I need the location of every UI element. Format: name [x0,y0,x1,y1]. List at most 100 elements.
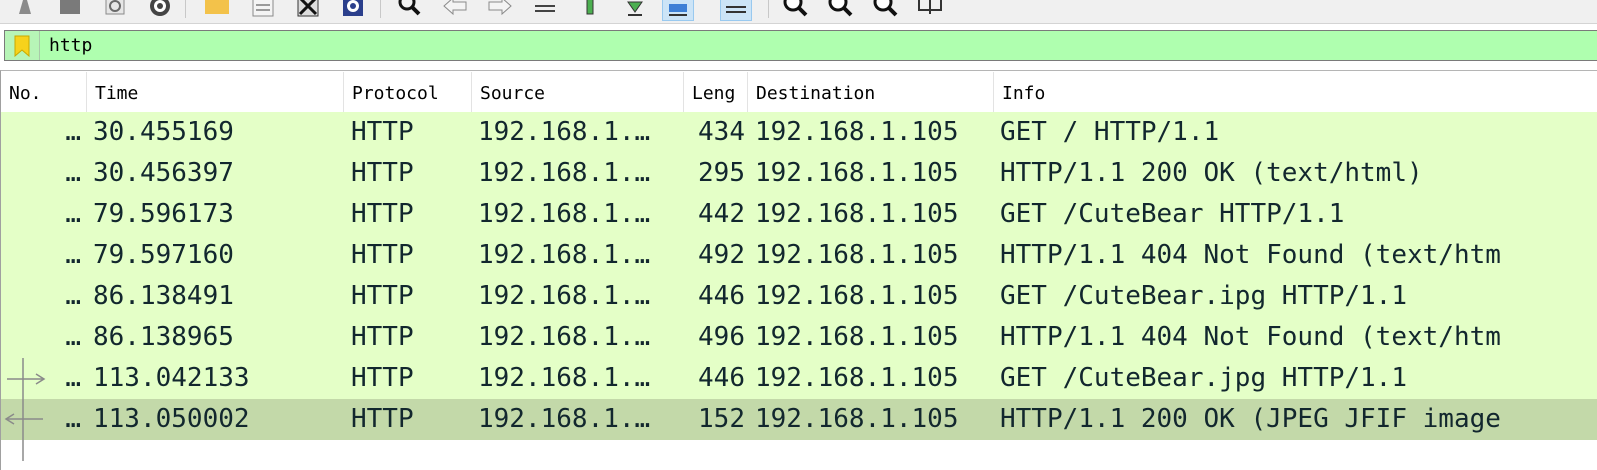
packet-row[interactable]: … 79.597160 HTTP 192.168.1.… 492 192.168… [1,235,1597,276]
packet-source: 192.168.1.… [478,281,651,311]
packet-protocol: HTTP [351,322,414,352]
colorize-icon[interactable] [720,0,752,21]
filter-bookmark-button[interactable] [5,31,40,60]
packet-length: 295 [698,158,745,188]
packet-row[interactable]: … 79.596173 HTTP 192.168.1.… 442 192.168… [1,194,1597,235]
packet-no: … [65,158,81,188]
packet-protocol: HTTP [351,117,414,147]
packet-info: HTTP/1.1 404 Not Found (text/htm [1000,240,1501,270]
packet-time: 30.456397 [93,158,234,188]
open-folder-icon[interactable] [202,0,232,20]
packet-row[interactable]: … 86.138491 HTTP 192.168.1.… 446 192.168… [1,276,1597,317]
binary-file-icon[interactable] [248,0,278,20]
packet-no: … [65,240,81,270]
packet-protocol: HTTP [351,404,414,434]
packet-info: GET /CuteBear.jpg HTTP/1.1 [1000,363,1407,393]
packet-time: 113.050002 [93,404,250,434]
packet-source: 192.168.1.… [478,322,651,352]
packet-destination: 192.168.1.105 [755,322,959,352]
packet-no: … [65,363,81,393]
hex-dump-icon[interactable] [338,0,368,20]
go-to-packet-icon[interactable] [530,0,560,20]
go-forward-icon[interactable] [485,0,515,20]
packet-row-selected[interactable]: … 113.050002 HTTP 192.168.1.… 152 192.16… [1,399,1597,461]
zoom-in-icon[interactable] [780,0,810,20]
packet-length: 442 [698,199,745,229]
column-header-info[interactable]: Info [994,72,1597,112]
display-filter-input[interactable]: http [49,31,92,60]
display-filter-bar[interactable]: http [4,30,1597,61]
packet-no: … [65,322,81,352]
packet-time: 113.042133 [93,363,250,393]
packet-time: 30.455169 [93,117,234,147]
packet-destination: 192.168.1.105 [755,158,959,188]
packet-source: 192.168.1.… [478,404,651,434]
toolbar-separator [380,0,381,18]
packet-row[interactable]: … 113.042133 HTTP 192.168.1.… 446 192.16… [1,358,1597,399]
packet-length: 446 [698,281,745,311]
go-last-icon[interactable] [620,0,650,20]
toolbar-separator [185,0,186,18]
packet-destination: 192.168.1.105 [755,199,959,229]
packet-protocol: HTTP [351,281,414,311]
packet-destination: 192.168.1.105 [755,117,959,147]
column-header-protocol[interactable]: Protocol [344,72,472,112]
packet-protocol: HTTP [351,363,414,393]
packet-destination: 192.168.1.105 [755,404,959,434]
bookmark-icon [14,35,30,57]
packet-time: 86.138965 [93,322,234,352]
packet-row[interactable]: … 86.138965 HTTP 192.168.1.… 496 192.168… [1,317,1597,358]
close-capture-icon[interactable] [293,0,323,20]
find-packet-icon[interactable] [395,0,425,20]
packet-destination: 192.168.1.105 [755,363,959,393]
zoom-normal-icon[interactable] [870,0,900,20]
packet-source: 192.168.1.… [478,117,651,147]
go-back-icon[interactable] [440,0,470,20]
packet-time: 86.138491 [93,281,234,311]
packet-info: HTTP/1.1 200 OK (JPEG JFIF image [1000,404,1501,434]
reload-icon[interactable] [100,0,130,20]
packet-time: 79.596173 [93,199,234,229]
main-toolbar [0,0,1597,24]
preferences-icon[interactable] [145,0,175,20]
packet-no: … [65,199,81,229]
packet-source: 192.168.1.… [478,199,651,229]
packet-info: HTTP/1.1 200 OK (text/html) [1000,158,1423,188]
packet-row[interactable]: … 30.455169 HTTP 192.168.1.… 434 192.168… [1,112,1597,153]
packet-source: 192.168.1.… [478,363,651,393]
packet-length: 496 [698,322,745,352]
column-header-no[interactable]: No. [1,72,87,112]
column-header-time[interactable]: Time [87,72,344,112]
packet-source: 192.168.1.… [478,240,651,270]
packet-no: … [65,117,81,147]
capture-options-icon[interactable] [10,0,40,20]
packet-length: 152 [698,404,745,434]
packet-info: GET /CuteBear HTTP/1.1 [1000,199,1345,229]
column-header-length[interactable]: Leng [684,72,748,112]
packet-protocol: HTTP [351,199,414,229]
zoom-out-icon[interactable] [825,0,855,20]
column-header-destination[interactable]: Destination [748,72,994,112]
column-header-source[interactable]: Source [472,72,684,112]
packet-destination: 192.168.1.105 [755,240,959,270]
packet-length: 492 [698,240,745,270]
packet-list: No. Time Protocol Source Leng Destinatio… [0,70,1597,470]
packet-row[interactable]: … 30.456397 HTTP 192.168.1.… 295 192.168… [1,153,1597,194]
packet-info: HTTP/1.1 404 Not Found (text/htm [1000,322,1501,352]
packet-no: … [65,404,81,434]
packet-length: 434 [698,117,745,147]
autoscroll-icon[interactable] [662,0,694,21]
go-first-icon[interactable] [575,0,605,20]
packet-no: … [65,281,81,311]
packet-time: 79.597160 [93,240,234,270]
packet-source: 192.168.1.… [478,158,651,188]
packet-info: GET / HTTP/1.1 [1000,117,1220,147]
toolbar-separator [768,0,769,18]
packet-protocol: HTTP [351,240,414,270]
resize-columns-icon[interactable] [915,0,945,20]
packet-list-header: No. Time Protocol Source Leng Destinatio… [1,72,1597,112]
packet-protocol: HTTP [351,158,414,188]
close-file-icon[interactable] [55,0,85,20]
packet-info: GET /CuteBear.ipg HTTP/1.1 [1000,281,1407,311]
packet-length: 446 [698,363,745,393]
